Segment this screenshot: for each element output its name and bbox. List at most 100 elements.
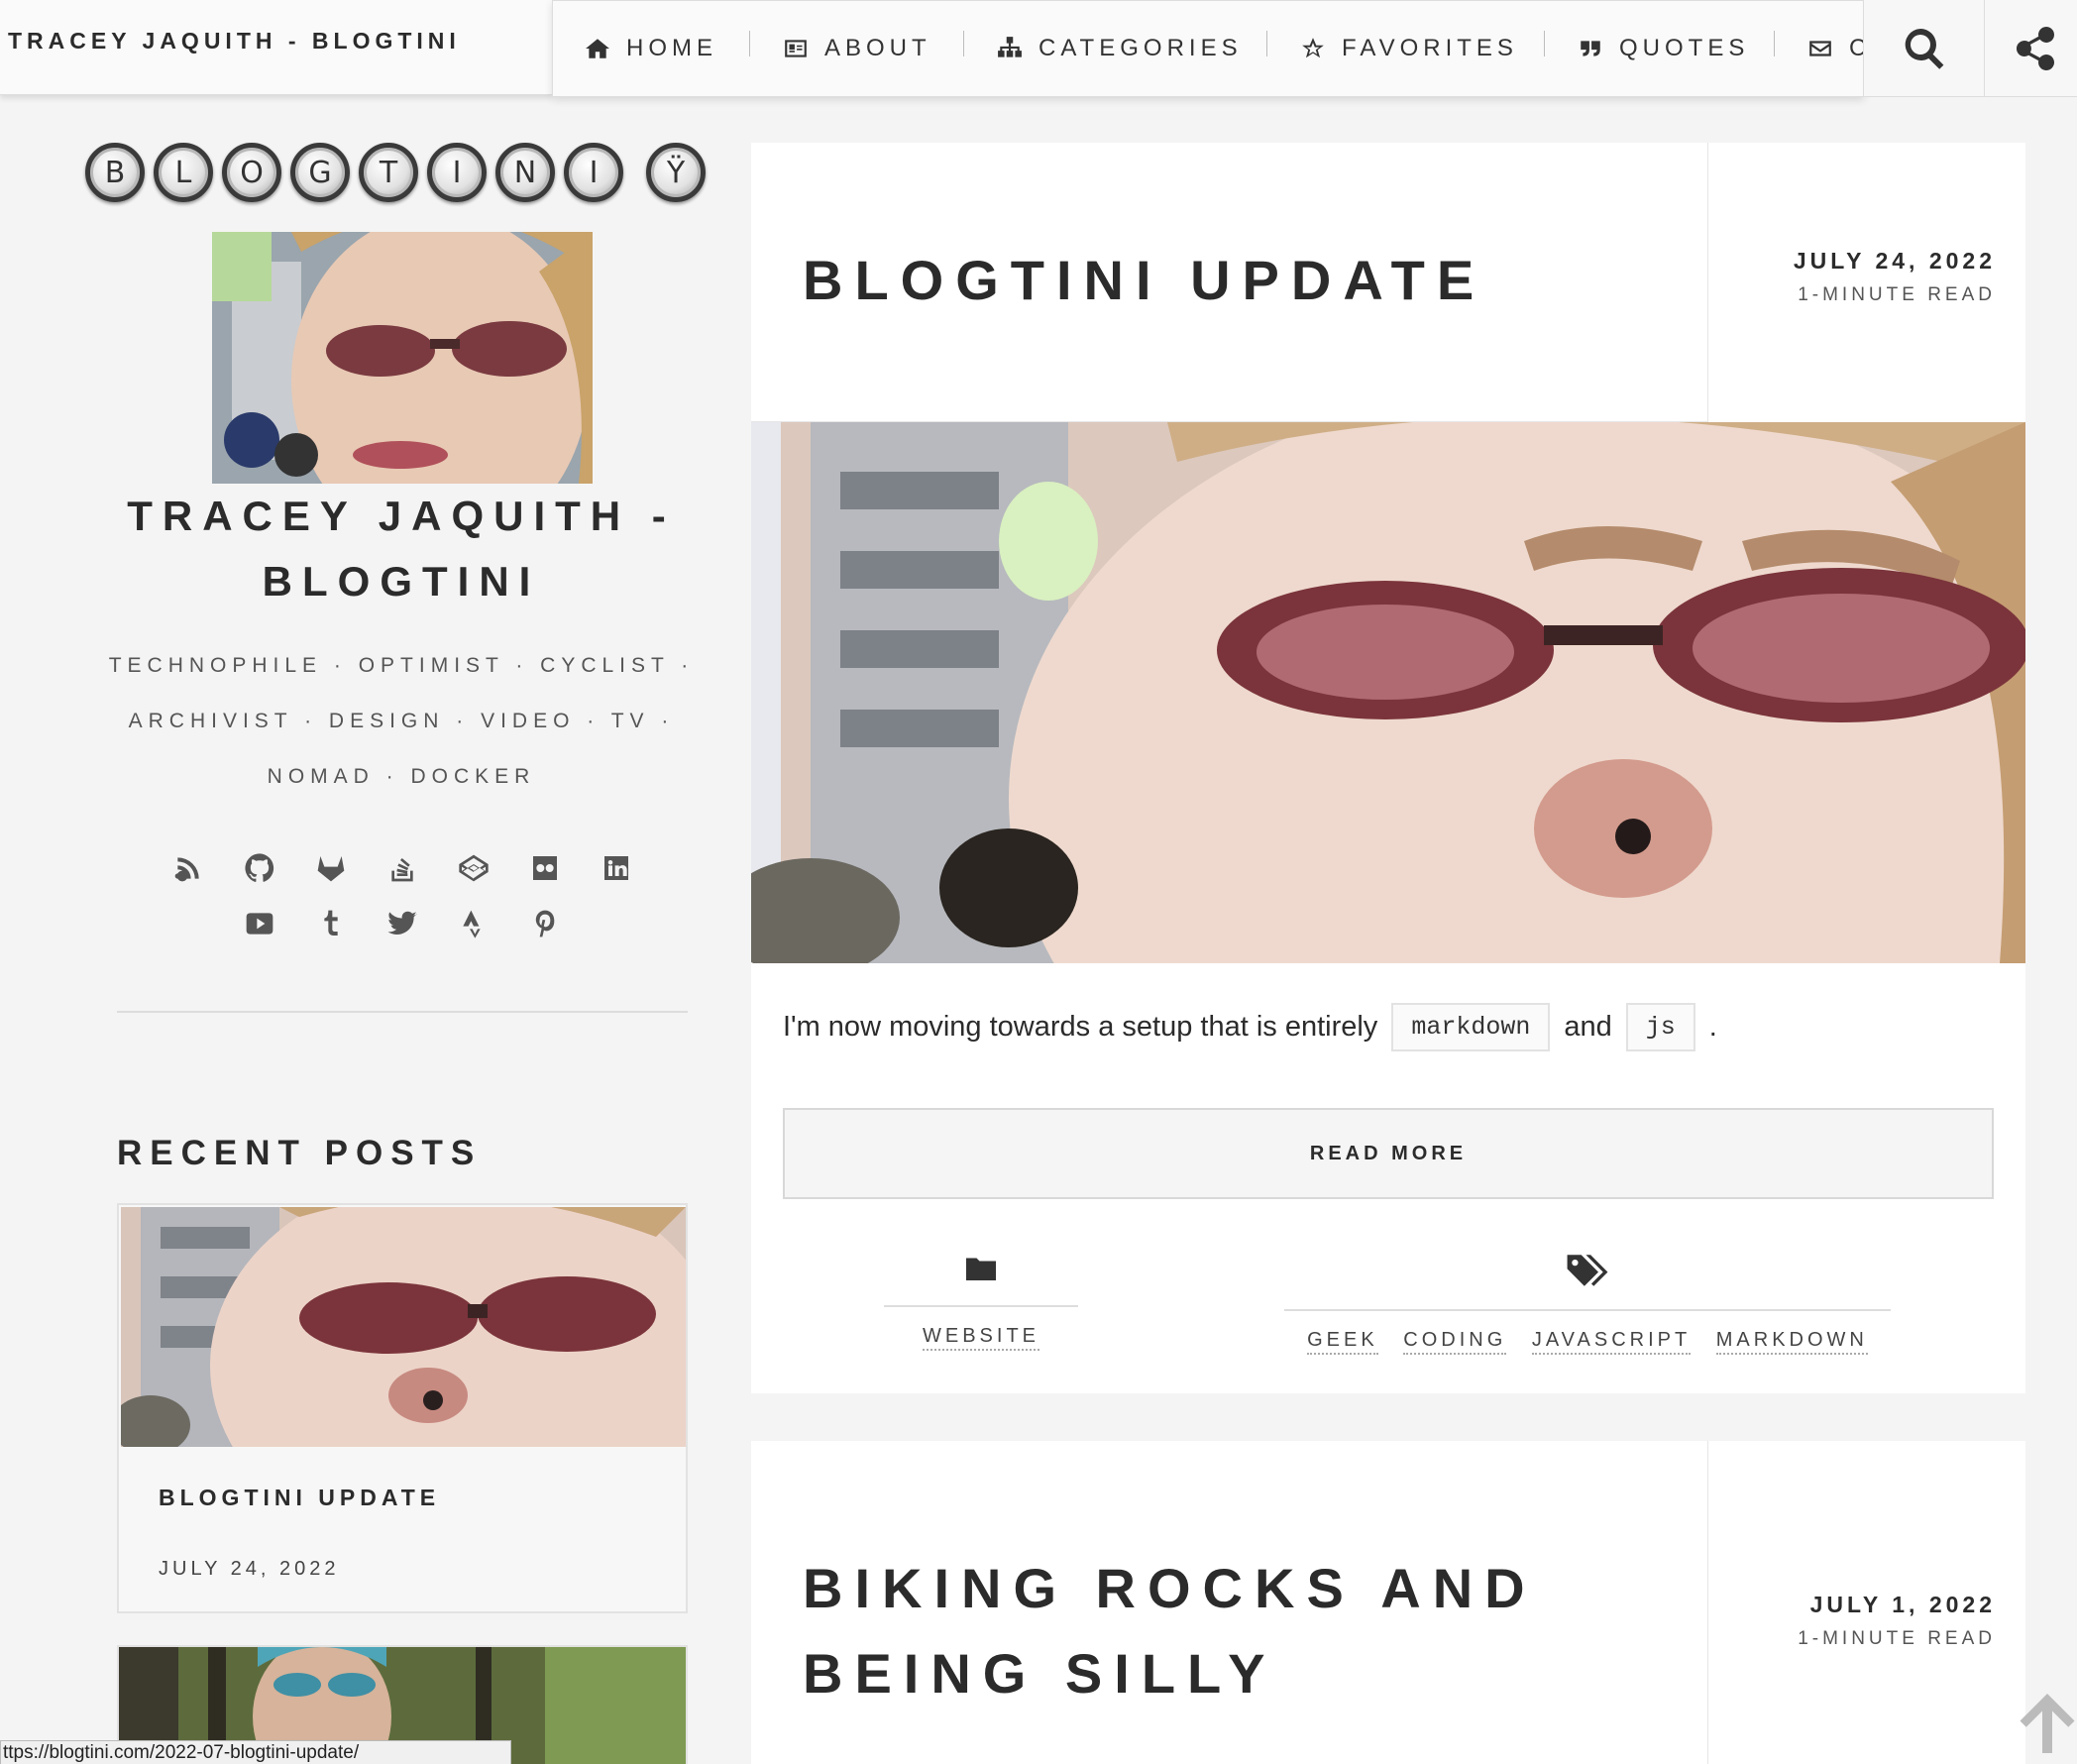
search-icon [1905, 28, 1943, 69]
logo-key: G [290, 143, 350, 202]
logo-key: I [564, 143, 623, 202]
nav-quotes[interactable]: QUOTES [1578, 1, 1749, 96]
sitemap-icon [998, 37, 1022, 57]
post-card: BIKING ROCKS AND BEING SILLY JULY 1, 202… [751, 1441, 2025, 1764]
main-nav: HOME ABOUT CATEGORIES FAVORITES QUOTES C [552, 0, 1864, 97]
share-button[interactable] [1984, 0, 2077, 97]
post-read-time: 1-MINUTE READ [1798, 284, 1996, 305]
blogtini-logo[interactable]: B L O G T I N I Ÿ [85, 143, 714, 204]
top-navbar: TRACEY JAQUITH - BLOGTINI HOME ABOUT CAT… [0, 0, 2077, 97]
flickr-icon [533, 856, 557, 880]
tags-icon [1567, 1255, 1608, 1286]
post-tags: GEEK CODING JAVASCRIPT MARKDOWN [1284, 1251, 1891, 1355]
logo-key: N [495, 143, 555, 202]
tag-link[interactable]: GEEK [1307, 1329, 1378, 1355]
back-to-top-button[interactable] [2018, 1691, 2077, 1764]
recent-post-card[interactable]: BLOGTINI UPDATE JULY 24, 2022 [117, 1203, 688, 1613]
excerpt-text: . [1708, 1011, 1717, 1043]
tumblr-link[interactable] [295, 896, 367, 951]
categories-divider [884, 1305, 1078, 1307]
social-links [131, 840, 674, 951]
home-icon [586, 39, 609, 58]
nav-separator [1774, 31, 1775, 56]
nav-favorites-label: FAVORITES [1342, 35, 1518, 61]
tag-link[interactable]: MARKDOWN [1715, 1329, 1868, 1355]
nav-contact[interactable]: C [1807, 1, 1863, 96]
nav-home-label: HOME [626, 35, 717, 61]
logo-key: I [427, 143, 487, 202]
nav-separator [963, 31, 964, 56]
gitlab-link[interactable] [295, 840, 367, 896]
nav-separator [1266, 31, 1267, 56]
post-read-time: 1-MINUTE READ [1798, 1628, 1996, 1649]
pinterest-icon [535, 910, 555, 937]
nav-categories-label: CATEGORIES [1038, 35, 1243, 61]
flickr-link[interactable] [509, 840, 581, 896]
nav-contact-label: C [1849, 35, 1863, 62]
youtube-icon [246, 913, 273, 935]
nav-quotes-label: QUOTES [1619, 35, 1750, 61]
site-tagline: TECHNOPHILE · OPTIMIST · CYCLIST · ARCHI… [108, 654, 695, 788]
post-meta: JULY 24, 2022 1-MINUTE READ [1794, 248, 1996, 306]
youtube-link[interactable] [224, 896, 295, 951]
nav-favorites[interactable]: FAVORITES [1300, 1, 1518, 96]
strava-icon [463, 910, 481, 938]
pinterest-link[interactable] [509, 896, 581, 951]
stackoverflow-link[interactable] [367, 840, 438, 896]
tag-link[interactable]: JAVASCRIPT [1531, 1329, 1692, 1355]
read-more-button[interactable]: READ MORE [783, 1108, 1994, 1199]
github-link[interactable] [224, 840, 295, 896]
post-categories: WEBSITE [884, 1251, 1078, 1351]
logo-key: B [85, 143, 145, 202]
gitlab-icon [317, 856, 345, 882]
codepen-icon [459, 854, 489, 882]
sidebar-divider [117, 1011, 688, 1013]
recent-post-date: JULY 24, 2022 [159, 1558, 340, 1580]
excerpt-text: I'm now moving towards a setup that is e… [783, 1011, 1378, 1043]
recent-post-thumbnail[interactable] [121, 1207, 686, 1447]
id-card-icon [785, 40, 807, 57]
site-title[interactable]: TRACEY JAQUITH - BLOGTINI [79, 484, 723, 614]
recent-post-title[interactable]: BLOGTINI UPDATE [159, 1485, 440, 1511]
nav-home[interactable]: HOME [585, 1, 717, 96]
nav-about-label: ABOUT [824, 35, 931, 61]
linkedin-link[interactable] [581, 840, 652, 896]
nav-separator [1544, 31, 1545, 56]
github-icon [245, 853, 274, 882]
arrow-up-icon [2020, 1694, 2075, 1753]
post-title[interactable]: BLOGTINI UPDATE [803, 238, 1485, 323]
post-header: BIKING ROCKS AND BEING SILLY [751, 1441, 1708, 1764]
twitter-icon [387, 911, 417, 935]
star-icon [1302, 38, 1324, 58]
post-excerpt: I'm now moving towards a setup that is e… [783, 1003, 1717, 1051]
nav-categories[interactable]: CATEGORIES [997, 1, 1243, 96]
inline-code: js [1625, 1003, 1695, 1051]
folder-icon [966, 1258, 996, 1280]
codepen-link[interactable] [438, 840, 509, 896]
tumblr-icon [324, 910, 338, 936]
rss-icon [174, 857, 199, 882]
envelope-icon [1809, 41, 1831, 56]
post-hero-image[interactable] [751, 422, 2025, 963]
excerpt-text: and [1564, 1011, 1612, 1043]
category-link[interactable]: WEBSITE [922, 1325, 1039, 1351]
post-date: JULY 1, 2022 [1809, 1592, 1996, 1617]
logo-key: L [154, 143, 213, 202]
post-header: BLOGTINI UPDATE [751, 143, 1708, 422]
nav-about[interactable]: ABOUT [783, 1, 931, 96]
rss-link[interactable] [153, 840, 224, 896]
tag-link[interactable]: CODING [1403, 1329, 1507, 1355]
nav-separator [749, 31, 750, 56]
search-button[interactable] [1863, 0, 1984, 97]
author-avatar[interactable] [212, 232, 593, 484]
inline-code: markdown [1391, 1003, 1551, 1051]
post-meta: JULY 1, 2022 1-MINUTE READ [1798, 1592, 1996, 1650]
brand-title[interactable]: TRACEY JAQUITH - BLOGTINI [8, 28, 461, 55]
post-title[interactable]: BIKING ROCKS AND BEING SILLY [803, 1546, 1675, 1716]
linkedin-icon [604, 856, 628, 880]
quote-icon [1581, 41, 1600, 56]
post-card: BLOGTINI UPDATE JULY 24, 2022 1-MINUTE R… [751, 143, 2025, 1393]
strava-link[interactable] [438, 896, 509, 951]
logo-key: Ÿ [646, 143, 706, 202]
twitter-link[interactable] [367, 896, 438, 951]
